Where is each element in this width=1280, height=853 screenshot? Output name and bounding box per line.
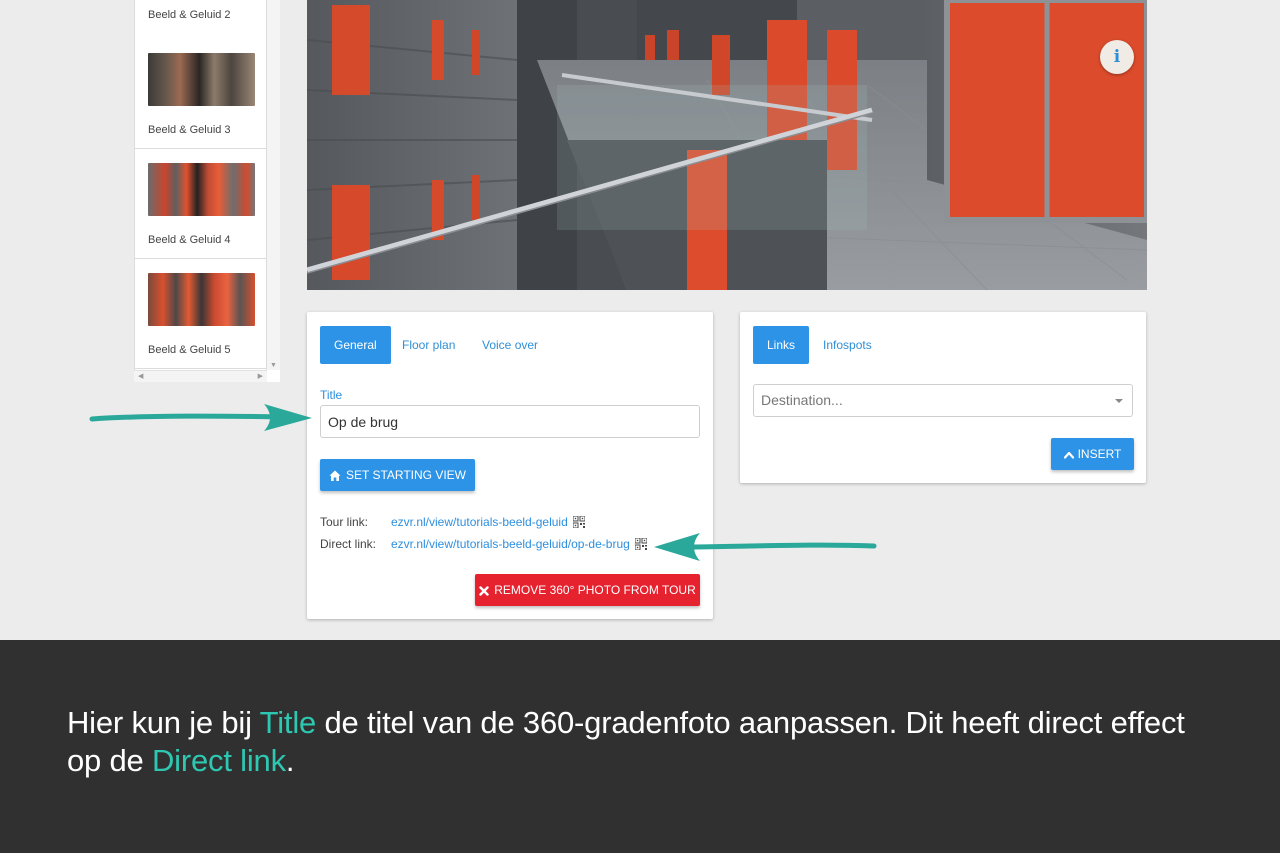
tab-general[interactable]: General (320, 326, 391, 364)
insert-button[interactable]: INSERT (1051, 438, 1134, 470)
insert-label: INSERT (1077, 447, 1122, 461)
scrollbar-corner (267, 370, 280, 382)
scroll-down-icon[interactable]: ▼ (270, 362, 277, 369)
remove-photo-label: REMOVE 360° PHOTO FROM TOUR (494, 583, 696, 597)
links-card: Links Infospots Destination... INSERT (740, 312, 1146, 483)
caption-bar: Hier kun je bij Title de titel van de 36… (0, 640, 1280, 853)
qr-code-icon[interactable] (572, 516, 585, 528)
destination-select[interactable]: Destination... (753, 384, 1133, 417)
photo-thumbnail (148, 163, 255, 216)
sidebar-vertical-scrollbar[interactable]: ▼ (267, 0, 280, 370)
photo-list-item-label: Beeld & Geluid 5 (148, 344, 231, 356)
chevron-down-icon (1115, 399, 1123, 403)
caption-highlight-direct-link: Direct link (152, 743, 286, 778)
sidebar-horizontal-scrollbar[interactable]: ◀ ▶ (134, 370, 267, 382)
qr-code-icon[interactable] (634, 538, 647, 550)
tour-link-label: Tour link: (320, 515, 369, 529)
general-settings-card: General Floor plan Voice over Title SET … (307, 312, 713, 619)
home-icon (329, 470, 341, 481)
photo-list-item[interactable]: Beeld & Geluid 5 (135, 259, 266, 369)
set-starting-view-label: SET STARTING VIEW (345, 468, 467, 482)
annotation-arrow-direct-link (654, 533, 877, 561)
title-label: Title (320, 388, 343, 402)
chevron-up-icon (1063, 451, 1074, 459)
close-icon (479, 586, 489, 596)
set-starting-view-button[interactable]: SET STARTING VIEW (320, 459, 475, 491)
annotation-arrow-title (89, 404, 312, 431)
photo-list-item-label: Beeld & Geluid 4 (148, 234, 231, 246)
tab-voice-over[interactable]: Voice over (468, 326, 552, 364)
panorama-viewer[interactable]: i (307, 0, 1147, 290)
photo-list-item-label: Beeld & Geluid 2 (148, 9, 231, 21)
tab-links[interactable]: Links (753, 326, 810, 364)
direct-link-label: Direct link: (320, 537, 377, 551)
panorama-image (307, 0, 1147, 290)
photo-list-item[interactable]: Beeld & Geluid 4 (135, 149, 266, 259)
photo-list-sidebar: Beeld & Geluid 2 Beeld & Geluid 3 Beeld … (134, 0, 267, 370)
scroll-left-icon[interactable]: ◀ (138, 372, 143, 380)
direct-link-url[interactable]: ezvr.nl/view/tutorials-beeld-geluid/op-d… (391, 537, 647, 551)
caption-text: Hier kun je bij Title de titel van de 36… (67, 705, 1185, 778)
caption-highlight-title: Title (259, 705, 317, 740)
photo-list-item[interactable]: Beeld & Geluid 3 (135, 39, 266, 149)
title-input[interactable] (320, 405, 700, 438)
remove-photo-button[interactable]: REMOVE 360° PHOTO FROM TOUR (475, 574, 700, 606)
tab-floor-plan[interactable]: Floor plan (388, 326, 469, 364)
photo-list-item-label: Beeld & Geluid 3 (148, 124, 231, 136)
info-icon[interactable]: i (1100, 40, 1134, 74)
scroll-right-icon[interactable]: ▶ (258, 372, 263, 380)
photo-thumbnail (148, 53, 255, 106)
photo-thumbnail (148, 273, 255, 326)
destination-placeholder: Destination... (761, 392, 843, 408)
tab-infospots[interactable]: Infospots (809, 326, 886, 364)
tour-link-url[interactable]: ezvr.nl/view/tutorials-beeld-geluid (391, 515, 585, 529)
